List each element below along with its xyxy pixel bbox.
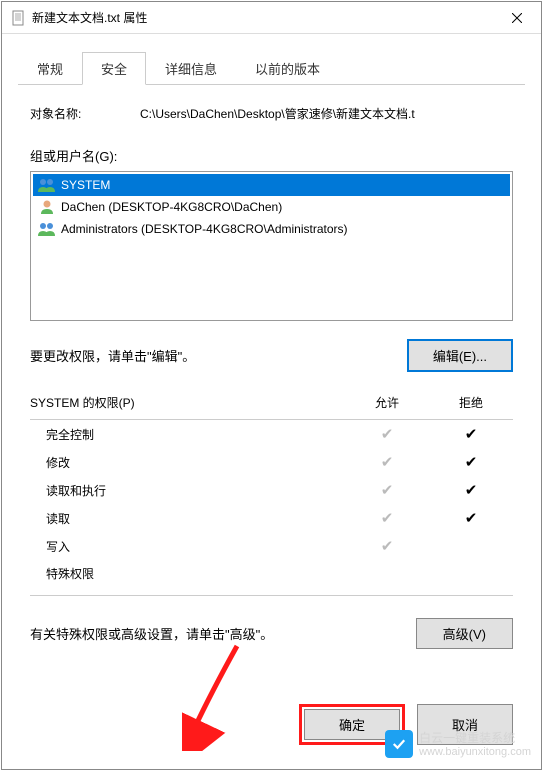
allow-mark: ✔	[345, 453, 429, 471]
ok-button[interactable]: 确定	[304, 709, 400, 740]
permission-row: 写入✔	[30, 532, 513, 560]
allow-mark: ✔	[345, 481, 429, 499]
object-name-row: 对象名称: C:\Users\DaChen\Desktop\管家速修\新建文本文…	[30, 105, 513, 122]
permissions-for-label: SYSTEM 的权限(P)	[30, 394, 345, 411]
list-item[interactable]: Administrators (DESKTOP-4KG8CRO\Administ…	[33, 218, 510, 240]
permission-row: 读取✔✔	[30, 504, 513, 532]
permission-name: 完全控制	[46, 426, 345, 443]
tab-previous-versions[interactable]: 以前的版本	[236, 52, 339, 85]
edit-hint-text: 要更改权限，请单击"编辑"。	[30, 346, 407, 365]
permissions-list: 完全控制✔✔修改✔✔读取和执行✔✔读取✔✔写入✔特殊权限	[30, 420, 513, 587]
tab-security[interactable]: 安全	[82, 52, 146, 85]
properties-dialog: 新建文本文档.txt 属性 常规 安全 详细信息 以前的版本 对象名称: C:\…	[1, 1, 542, 770]
permission-name: 写入	[46, 538, 345, 555]
list-item-label: Administrators (DESKTOP-4KG8CRO\Administ…	[61, 222, 348, 236]
object-name-value: C:\Users\DaChen\Desktop\管家速修\新建文本文档.t	[140, 105, 513, 122]
allow-mark: ✔	[345, 509, 429, 527]
users-icon	[37, 177, 57, 193]
deny-column-header: 拒绝	[429, 394, 513, 411]
groups-listbox[interactable]: SYSTEM DaChen (DESKTOP-4KG8CRO\DaChen) A…	[30, 171, 513, 321]
permissions-header: SYSTEM 的权限(P) 允许 拒绝	[30, 394, 513, 411]
permission-name: 读取和执行	[46, 482, 345, 499]
dialog-buttons: 确定 取消	[2, 704, 541, 769]
cancel-button[interactable]: 取消	[417, 704, 513, 745]
list-item-label: SYSTEM	[61, 178, 110, 192]
permission-name: 读取	[46, 510, 345, 527]
document-icon	[10, 10, 26, 26]
permission-row: 修改✔✔	[30, 448, 513, 476]
titlebar: 新建文本文档.txt 属性	[2, 2, 541, 34]
permission-name: 修改	[46, 454, 345, 471]
close-button[interactable]	[495, 3, 539, 33]
object-name-label: 对象名称:	[30, 105, 140, 122]
advanced-hint-text: 有关特殊权限或高级设置，请单击"高级"。	[30, 624, 416, 643]
advanced-row: 有关特殊权限或高级设置，请单击"高级"。 高级(V)	[30, 618, 513, 649]
deny-mark: ✔	[429, 425, 513, 443]
allow-mark: ✔	[345, 537, 429, 555]
tab-general[interactable]: 常规	[18, 52, 82, 85]
deny-mark: ✔	[429, 453, 513, 471]
permission-row: 读取和执行✔✔	[30, 476, 513, 504]
list-item[interactable]: SYSTEM	[33, 174, 510, 196]
annotation-highlight: 确定	[299, 704, 405, 745]
divider	[30, 595, 513, 596]
advanced-button[interactable]: 高级(V)	[416, 618, 513, 649]
list-item-label: DaChen (DESKTOP-4KG8CRO\DaChen)	[61, 200, 282, 214]
users-icon	[37, 221, 57, 237]
list-item[interactable]: DaChen (DESKTOP-4KG8CRO\DaChen)	[33, 196, 510, 218]
permission-row: 完全控制✔✔	[30, 420, 513, 448]
window-title: 新建文本文档.txt 属性	[32, 9, 495, 26]
deny-mark: ✔	[429, 481, 513, 499]
groups-label: 组或用户名(G):	[30, 146, 513, 165]
tabs: 常规 安全 详细信息 以前的版本	[2, 34, 541, 85]
permission-name: 特殊权限	[46, 565, 345, 582]
tab-details[interactable]: 详细信息	[146, 52, 236, 85]
deny-mark: ✔	[429, 509, 513, 527]
user-icon	[37, 199, 57, 215]
edit-row: 要更改权限，请单击"编辑"。 编辑(E)...	[30, 339, 513, 372]
permission-row: 特殊权限	[30, 560, 513, 587]
allow-mark: ✔	[345, 425, 429, 443]
allow-column-header: 允许	[345, 394, 429, 411]
tab-content: 对象名称: C:\Users\DaChen\Desktop\管家速修\新建文本文…	[2, 85, 541, 704]
edit-button[interactable]: 编辑(E)...	[407, 339, 513, 372]
